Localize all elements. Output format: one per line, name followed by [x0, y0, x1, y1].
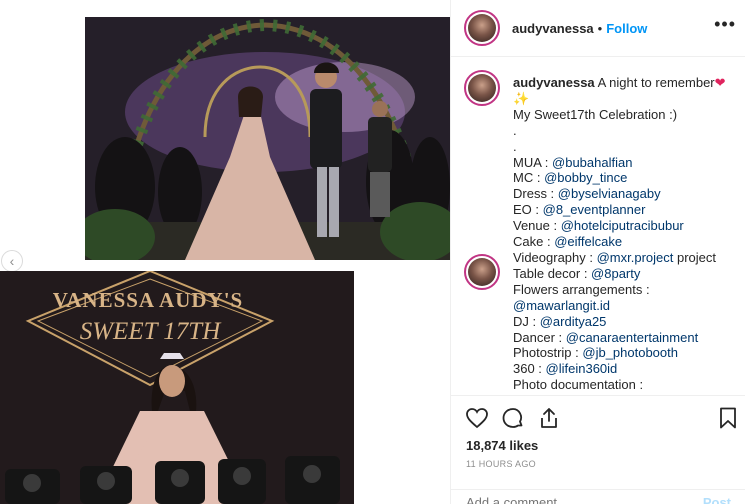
more-options-icon[interactable]: •••: [714, 14, 736, 35]
credit-label: Cake :: [513, 234, 555, 250]
credit-line: Videography : @mxr.project project: [513, 250, 739, 266]
credit-line: MUA : @bubahalfian: [513, 155, 739, 171]
post-panel: audyvanessa • Follow ••• audyvanessa A n…: [450, 0, 745, 504]
credit-label: Dancer :: [513, 329, 566, 345]
post-comment-button[interactable]: Post: [703, 495, 731, 504]
mention-link[interactable]: @8party: [591, 266, 640, 281]
post-media: ‹ VANESSA AUDY'S SWEET 17TH: [0, 0, 450, 504]
credit-label: DJ :: [513, 313, 540, 329]
mention-link[interactable]: @8_eventplanner: [543, 202, 646, 217]
caption-line-1: A night to remember: [597, 75, 715, 90]
bookmark-icon[interactable]: [716, 406, 740, 430]
mention-link[interactable]: @bubahalfian: [552, 155, 632, 170]
caption-avatar[interactable]: [464, 70, 500, 106]
credit-label: EO :: [513, 202, 543, 218]
share-icon[interactable]: [537, 406, 561, 430]
caption-username[interactable]: audyvanessa: [513, 75, 595, 90]
credit-line: @mawarlangit.id: [513, 298, 739, 314]
credit-line: Table decor : @8party: [513, 266, 739, 282]
comment-input[interactable]: [466, 495, 666, 504]
mention-link[interactable]: @mxr.project: [597, 250, 674, 265]
post-header: audyvanessa • Follow •••: [451, 0, 745, 57]
credit-line: DJ : @arditya25: [513, 314, 739, 330]
mention-link[interactable]: @jb_photobooth: [582, 345, 678, 360]
comments-area[interactable]: audyvanessa A night to remember❤ ✨ My Sw…: [451, 57, 745, 395]
heart-emoji: ❤: [714, 75, 726, 90]
heart-outline-icon[interactable]: [465, 406, 489, 430]
avatar-image: [468, 258, 496, 286]
avatar-image: [468, 74, 496, 102]
avatar-image: [468, 14, 496, 42]
header-separator: •: [597, 20, 603, 36]
credit-label: Venue :: [513, 218, 561, 234]
caption-dot: .: [513, 138, 517, 154]
comment-avatar[interactable]: [464, 254, 500, 290]
credit-label: Videography :: [513, 249, 597, 265]
credit-label: Table decor :: [513, 265, 592, 281]
chevron-left-icon: ‹: [9, 253, 15, 269]
sign-line-2: SWEET 17TH: [80, 318, 222, 345]
bottom-photo[interactable]: VANESSA AUDY'S SWEET 17TH: [0, 271, 354, 504]
credit-line: Cake : @eiffelcake: [513, 234, 739, 250]
credit-label: MC :: [513, 170, 545, 186]
caption-text: audyvanessa A night to remember❤ ✨ My Sw…: [513, 75, 739, 393]
mention-link[interactable]: @mawarlangit.id: [513, 298, 610, 313]
mention-link[interactable]: @bobby_tince: [544, 170, 627, 185]
credit-line: Dress : @byselvianagaby: [513, 186, 739, 202]
post-timestamp[interactable]: 11 HOURS AGO: [466, 459, 536, 469]
carousel-prev-button[interactable]: ‹: [1, 250, 23, 272]
mention-link[interactable]: @arditya25: [540, 314, 607, 329]
credit-line: MC : @bobby_tince: [513, 170, 739, 186]
caption-line-2: My Sweet17th Celebration :): [513, 106, 678, 122]
mention-link[interactable]: @lifein360id: [546, 361, 618, 376]
action-bar: 18,874 likes 11 HOURS AGO Post: [451, 395, 745, 504]
sign-line-1: VANESSA AUDY'S: [53, 288, 243, 312]
credit-line: EO : @8_eventplanner: [513, 202, 739, 218]
caption-last-line: Photo documentation :: [513, 377, 644, 393]
header-username[interactable]: audyvanessa: [512, 21, 594, 36]
caption-dot: .: [513, 122, 517, 138]
credit-line: 360 : @lifein360id: [513, 361, 739, 377]
mention-link[interactable]: @eiffelcake: [554, 234, 622, 249]
mention-link[interactable]: @canaraentertainment: [566, 330, 698, 345]
flowers-label: Flowers arrangements :: [513, 281, 650, 297]
credit-line: Photostrip : @jb_photobooth: [513, 345, 739, 361]
credit-line: Dancer : @canaraentertainment: [513, 330, 739, 346]
likes-count[interactable]: 18,874 likes: [466, 438, 538, 453]
credit-suffix: project: [673, 249, 717, 265]
credit-label: MUA :: [513, 154, 553, 170]
follow-button[interactable]: Follow: [606, 21, 647, 36]
sparkle-emoji: ✨: [513, 90, 530, 106]
credit-label: Photostrip :: [513, 345, 583, 361]
credit-label: Dress :: [513, 186, 558, 202]
comment-bubble-icon[interactable]: [501, 406, 525, 430]
mention-link[interactable]: @byselvianagaby: [558, 186, 661, 201]
bottom-photo-illustration: VANESSA AUDY'S SWEET 17TH: [0, 271, 354, 504]
add-comment-bar: Post: [451, 489, 745, 504]
mention-link[interactable]: @hotelciputracibubur: [561, 218, 684, 233]
top-photo[interactable]: [85, 17, 450, 260]
top-photo-illustration: [85, 17, 450, 260]
credit-label: 360 :: [513, 361, 546, 377]
avatar[interactable]: [464, 10, 500, 46]
credit-line: Venue : @hotelciputracibubur: [513, 218, 739, 234]
